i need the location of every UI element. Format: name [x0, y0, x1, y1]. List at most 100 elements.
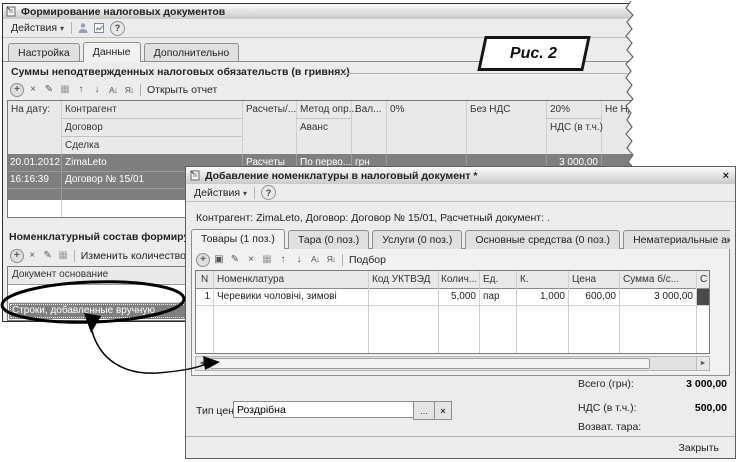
- cell-qty[interactable]: 5,000: [440, 291, 476, 302]
- edit-icon[interactable]: ✎: [228, 253, 242, 267]
- total-label: Всего (грн):: [578, 378, 634, 390]
- move-down-icon[interactable]: ↓: [90, 83, 104, 97]
- price-type-input[interactable]: [233, 401, 415, 418]
- row-divider: [196, 305, 709, 306]
- col-header-qty: Колич...: [441, 274, 477, 285]
- sort-desc-icon[interactable]: Я↓: [122, 83, 136, 97]
- divider: [71, 22, 72, 34]
- divider: [74, 250, 75, 262]
- bottom-divider: [186, 436, 735, 437]
- page: Формирование налоговых документов Действ…: [0, 0, 738, 462]
- scroll-left-button[interactable]: ◄: [196, 357, 209, 370]
- col-header-contractor: Контрагент: [65, 104, 117, 115]
- cell-nomenclature[interactable]: Черевики чоловічі, зимові: [217, 291, 337, 302]
- col-header-0: 0%: [390, 104, 404, 115]
- col-header-method: Метод опр...: [300, 104, 357, 115]
- add-copy-icon[interactable]: ▣: [212, 253, 226, 267]
- main-window-title: Формирование налоговых документов: [21, 6, 225, 18]
- col-header-settlements: Расчеты/...: [246, 104, 296, 115]
- divider: [140, 84, 141, 96]
- move-up-icon[interactable]: ↑: [74, 83, 88, 97]
- vat-label: НДС (в т.ч.):: [578, 402, 637, 414]
- sort-desc-icon[interactable]: Я↓: [324, 253, 338, 267]
- current-cell-cursor: [697, 289, 709, 305]
- actions-menu[interactable]: Действия ▾: [7, 21, 68, 35]
- col-header-20: 20%: [550, 104, 570, 115]
- main-titlebar: Формирование налоговых документов: [3, 4, 635, 20]
- help-button[interactable]: ?: [110, 21, 125, 36]
- col-header-nomenclature: Номенклатура: [217, 274, 284, 285]
- move-down-icon[interactable]: ↓: [292, 253, 306, 267]
- doc-base-header: Документ основание: [12, 269, 108, 280]
- tab-intangible-assets[interactable]: Нематериальные активы (...: [623, 230, 730, 249]
- price-type-clear-button[interactable]: ×: [434, 401, 452, 420]
- pick-button[interactable]: Подбор: [349, 254, 386, 266]
- close-icon[interactable]: ×: [723, 170, 729, 182]
- col-header-price: Цена: [572, 274, 596, 285]
- cell-price[interactable]: 600,00: [570, 291, 616, 302]
- divider: [342, 254, 343, 266]
- cell-sum[interactable]: 3 000,00: [621, 291, 693, 302]
- lower-toolbar: + × ✎ ▦ Изменить количество: [9, 247, 186, 264]
- col-header-notvat: Не НДС: [605, 104, 635, 115]
- grid-icon[interactable]: ▦: [56, 249, 69, 263]
- person-icon[interactable]: [76, 21, 90, 35]
- edit-icon[interactable]: ✎: [42, 83, 56, 97]
- cell-n[interactable]: 1: [196, 291, 210, 302]
- col-header-currency: Вал...: [355, 104, 381, 115]
- tab-data[interactable]: Данные: [83, 42, 141, 62]
- cell-unit[interactable]: пар: [483, 291, 500, 302]
- dialog-tabstrip: Товары (1 поз.) Тара (0 поз.) Услуги (0 …: [191, 227, 730, 249]
- dialog-help-button[interactable]: ?: [261, 185, 276, 200]
- delete-icon[interactable]: ×: [244, 253, 258, 267]
- cell-date: 20.01.2012: [10, 157, 60, 168]
- window-icon: [6, 6, 17, 17]
- dialog-menubar: Действия ▾ ?: [186, 184, 735, 202]
- change-quantity-button[interactable]: Изменить количество: [81, 250, 186, 262]
- report-icon[interactable]: [92, 21, 106, 35]
- chevron-down-icon: ▾: [243, 189, 247, 198]
- add-icon[interactable]: +: [196, 253, 210, 267]
- h-scrollbar[interactable]: ◄ ►: [195, 356, 710, 371]
- col-header-deal: Сделка: [65, 140, 99, 151]
- scroll-thumb[interactable]: [210, 358, 650, 369]
- tab-fixed-assets[interactable]: Основные средства (0 поз.): [465, 230, 620, 249]
- col-header-date: На дату:: [11, 104, 50, 115]
- goods-table: N Номенклатура Код УКТВЭД Колич... Ед. К…: [195, 270, 710, 354]
- delete-icon[interactable]: ×: [26, 249, 39, 263]
- add-icon[interactable]: +: [10, 83, 24, 97]
- scroll-right-button[interactable]: ►: [696, 357, 709, 370]
- window-icon: [190, 170, 201, 181]
- sort-asc-icon[interactable]: А↓: [308, 253, 322, 267]
- add-icon[interactable]: +: [10, 249, 24, 263]
- open-report-button[interactable]: Открыть отчет: [147, 84, 217, 96]
- lower-section-title: Номенклатурный состав формируе: [9, 231, 186, 243]
- sort-asc-icon[interactable]: А↓: [106, 83, 120, 97]
- col-header-vat-incl: НДС (в т.ч.): [550, 122, 603, 133]
- price-type-ellipsis-button[interactable]: ...: [413, 401, 435, 420]
- col-header-code: Код УКТВЭД: [372, 274, 430, 285]
- tare-label: Возват. тара:: [578, 421, 641, 433]
- tab-services[interactable]: Услуги (0 поз.): [372, 230, 462, 249]
- grid-icon[interactable]: ▦: [58, 83, 72, 97]
- price-type-label: Тип цен:: [196, 405, 237, 417]
- grid-icon[interactable]: ▦: [260, 253, 274, 267]
- figure-label-box: Рис. 2: [477, 36, 590, 71]
- move-up-icon[interactable]: ↑: [276, 253, 290, 267]
- col-header-sum: Сумма б/с...: [623, 274, 679, 285]
- col-header-k: К.: [520, 274, 529, 285]
- tab-additional[interactable]: Дополнительно: [144, 43, 240, 62]
- dialog-window: Добавление номенклатуры в налоговый доку…: [185, 166, 736, 459]
- col-header-novat: Без НДС: [470, 104, 510, 115]
- edit-icon[interactable]: ✎: [41, 249, 54, 263]
- tab-settings[interactable]: Настройка: [8, 43, 80, 62]
- tab-goods[interactable]: Товары (1 поз.): [191, 229, 285, 249]
- col-header-advance: Аванс: [300, 122, 328, 133]
- section-title: Суммы неподтвержденных налоговых обязате…: [11, 66, 350, 78]
- tab-tare[interactable]: Тара (0 поз.): [288, 230, 369, 249]
- delete-icon[interactable]: ×: [26, 83, 40, 97]
- dialog-actions-menu[interactable]: Действия ▾: [190, 186, 251, 200]
- close-dialog-button[interactable]: Закрыть: [671, 440, 727, 456]
- goods-toolbar: + ▣ ✎ × ▦ ↑ ↓ А↓ Я↓ Подбор: [195, 251, 386, 268]
- cell-k[interactable]: 1,000: [518, 291, 565, 302]
